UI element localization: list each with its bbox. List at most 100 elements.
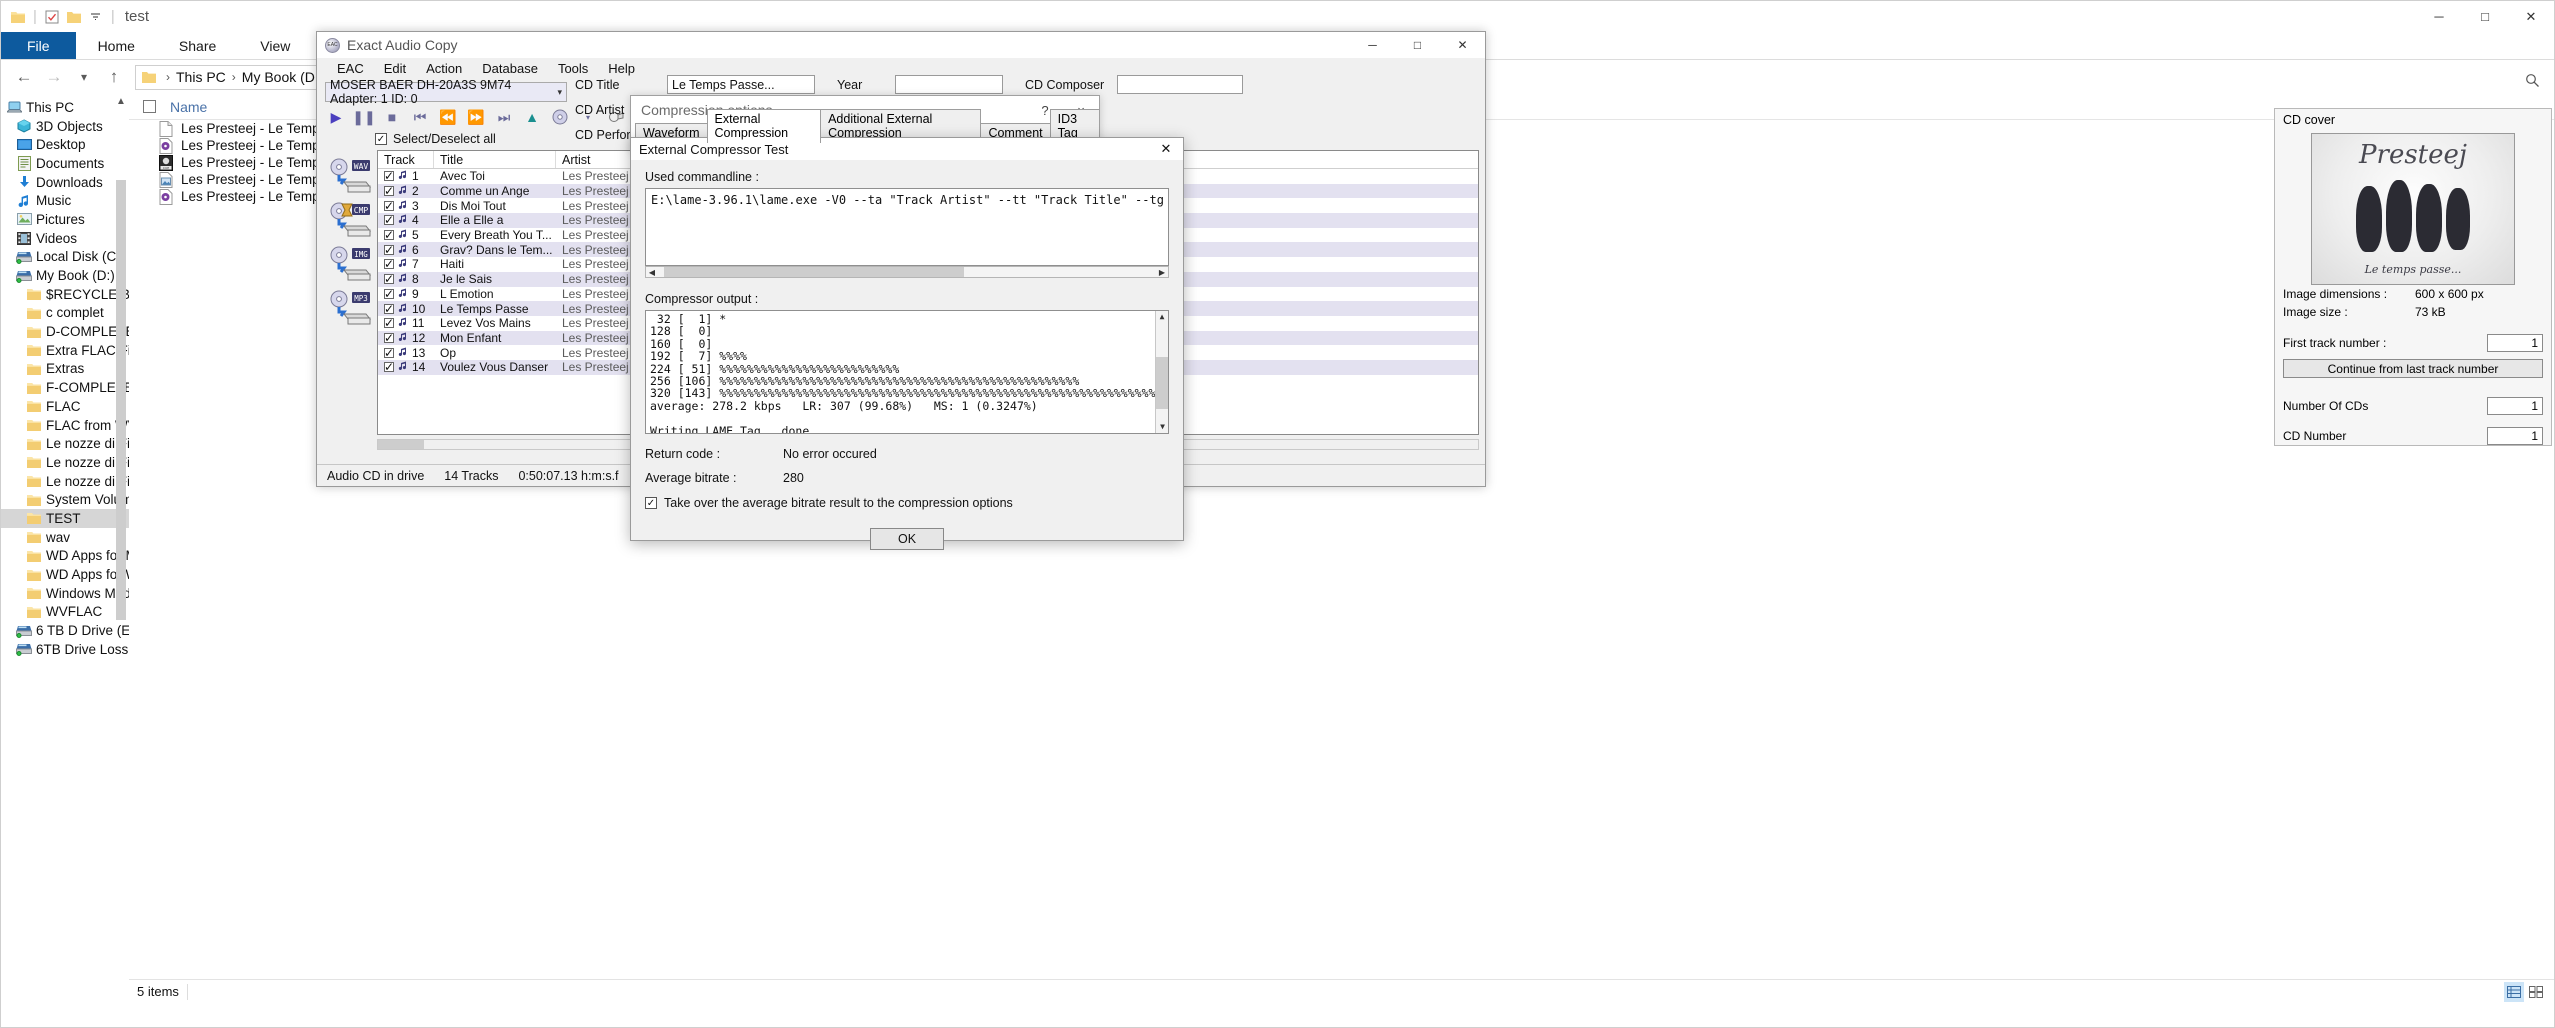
copy-mp3-button[interactable]: MP3 xyxy=(328,290,372,326)
nav-scrollbar[interactable]: ▲ xyxy=(116,96,126,620)
year-input[interactable] xyxy=(895,75,1003,94)
track-checkbox[interactable]: ✓ xyxy=(384,257,394,271)
skip-end-icon[interactable]: ⏭ xyxy=(495,108,513,126)
sidebar-item-extras[interactable]: Extras xyxy=(1,360,129,379)
track-checkbox[interactable]: ✓ xyxy=(384,360,394,374)
chevron-down-icon[interactable]: ▾ xyxy=(557,87,562,98)
select-deselect-checkbox[interactable]: ✓ xyxy=(375,133,387,145)
eject-icon[interactable]: ▲ xyxy=(523,108,541,126)
tab-external-compression[interactable]: External Compression xyxy=(706,109,822,143)
menu-action[interactable]: Action xyxy=(416,61,472,76)
sidebar-item-wvflac[interactable]: WVFLAC xyxy=(1,603,129,622)
track-checkbox[interactable]: ✓ xyxy=(384,243,394,257)
hscroll-thumb[interactable] xyxy=(378,440,424,449)
sidebar-item-my-book-d[interactable]: My Book (D:) xyxy=(1,266,129,285)
sidebar-item-recycle-bin[interactable]: $RECYCLE.BIN xyxy=(1,285,129,304)
tab-home[interactable]: Home xyxy=(76,32,157,59)
tab-share[interactable]: Share xyxy=(157,32,238,59)
nav-scroll-thumb[interactable] xyxy=(116,180,126,620)
test-copy-img-button[interactable]: IMG xyxy=(328,246,372,282)
track-checkbox[interactable]: ✓ xyxy=(384,302,394,316)
scroll-left-icon[interactable]: ◀ xyxy=(646,268,658,277)
close-button[interactable]: ✕ xyxy=(2508,1,2554,32)
cd-title-input[interactable] xyxy=(667,75,815,94)
ext-test-close-button[interactable]: ✕ xyxy=(1149,138,1183,160)
recent-locations-button[interactable]: ▾ xyxy=(69,62,99,92)
cd-composer-input[interactable] xyxy=(1117,75,1243,94)
copy-wav-button[interactable]: WAV xyxy=(328,158,372,194)
track-checkbox[interactable]: ✓ xyxy=(384,228,394,242)
checkmark-doc-icon[interactable] xyxy=(41,7,63,27)
chevron-down-icon[interactable] xyxy=(85,7,107,27)
sidebar-item-c-complet[interactable]: c complet xyxy=(1,304,129,323)
sidebar-item-system-volume-infc[interactable]: System Volume Infc xyxy=(1,490,129,509)
track-checkbox[interactable]: ✓ xyxy=(384,346,394,360)
sidebar-item-6-tb-d-drive-e[interactable]: 6 TB D Drive (E:) xyxy=(1,621,129,640)
eac-close-button[interactable]: ✕ xyxy=(1440,32,1485,58)
sidebar-item-wav[interactable]: wav xyxy=(1,528,129,547)
sidebar-item-wd-apps-for-mac[interactable]: WD Apps for Mac xyxy=(1,547,129,566)
commandline-scroll-thumb[interactable] xyxy=(664,267,964,277)
cd-icon[interactable] xyxy=(551,108,569,126)
track-checkbox[interactable]: ✓ xyxy=(384,199,394,213)
sidebar-item-music[interactable]: Music xyxy=(1,191,129,210)
tab-file[interactable]: File xyxy=(1,32,76,59)
stop-icon[interactable]: ■ xyxy=(383,108,401,126)
navigation-pane[interactable]: ▲ This PC 3D Objects Desktop Documents Downl… xyxy=(1,94,129,1003)
track-checkbox[interactable]: ✓ xyxy=(384,316,394,330)
number-of-cds-input[interactable]: 1 xyxy=(2487,397,2543,415)
sidebar-item-videos[interactable]: Videos xyxy=(1,229,129,248)
sidebar-item-windows-media-au[interactable]: Windows Media Au xyxy=(1,584,129,603)
track-checkbox[interactable]: ✓ xyxy=(384,287,394,301)
menu-edit[interactable]: Edit xyxy=(374,61,416,76)
pause-icon[interactable]: ❚❚ xyxy=(352,108,375,126)
column-header-name[interactable]: Name xyxy=(170,99,207,115)
continue-last-track-button[interactable]: Continue from last track number xyxy=(2283,359,2543,378)
ok-button[interactable]: OK xyxy=(870,528,944,550)
scroll-right-icon[interactable]: ▶ xyxy=(1156,268,1168,277)
sidebar-item-3d-objects[interactable]: 3D Objects xyxy=(1,117,129,136)
eac-maximize-button[interactable]: □ xyxy=(1395,32,1440,58)
play-icon[interactable]: ▶ xyxy=(327,108,345,126)
cd-cover-image[interactable]: Presteej Le temps passe... xyxy=(2311,133,2515,285)
sidebar-item-desktop[interactable]: Desktop xyxy=(1,135,129,154)
scroll-up-icon[interactable]: ▲ xyxy=(1156,311,1168,323)
drive-select[interactable]: MOSER BAER DH-20A3S 9M74 Adapter: 1 ID: … xyxy=(325,78,567,106)
fast-forward-icon[interactable]: ⏩ xyxy=(467,108,485,126)
large-icons-view-button[interactable] xyxy=(2526,982,2546,1002)
col-track[interactable]: Track xyxy=(378,151,434,168)
first-track-input[interactable]: 1 xyxy=(2487,334,2543,352)
up-button[interactable]: ↑ xyxy=(99,62,129,92)
breadcrumb-my-book[interactable]: My Book (D:) xyxy=(242,69,324,85)
sidebar-item-pictures[interactable]: Pictures xyxy=(1,210,129,229)
scroll-down-icon[interactable]: ▼ xyxy=(1156,421,1168,433)
sidebar-item-le-nozze-di-figaro[interactable]: Le nozze di Figaro xyxy=(1,472,129,491)
menu-database[interactable]: Database xyxy=(472,61,548,76)
sidebar-item-test[interactable]: TEST xyxy=(1,509,129,528)
sidebar-item-flac[interactable]: FLAC xyxy=(1,397,129,416)
folder-icon-2[interactable] xyxy=(63,7,85,27)
forward-button[interactable]: → xyxy=(39,62,69,92)
scroll-up-icon[interactable]: ▲ xyxy=(116,96,126,107)
eac-minimize-button[interactable]: ─ xyxy=(1350,32,1395,58)
sidebar-item-flac-from-wv[interactable]: FLAC from WV xyxy=(1,416,129,435)
used-commandline-textarea[interactable]: E:\lame-3.96.1\lame.exe -V0 --ta "Track … xyxy=(645,188,1169,266)
sidebar-item-6tb-drive-lossless-a[interactable]: 6TB Drive Lossless A xyxy=(1,640,129,659)
sidebar-item-f-complete[interactable]: F-COMPLETE xyxy=(1,378,129,397)
output-vscrollbar[interactable]: ▲ ▼ xyxy=(1155,311,1168,433)
sidebar-item-le-nozze-di-figaro[interactable]: Le nozze di Figaro xyxy=(1,434,129,453)
sidebar-item-documents[interactable]: Documents xyxy=(1,154,129,173)
skip-start-icon[interactable]: ⏮ xyxy=(411,108,429,126)
details-view-button[interactable] xyxy=(2504,981,2524,1002)
sidebar-item-d-complete[interactable]: D-COMPLETE xyxy=(1,322,129,341)
copy-compressed-button[interactable]: CMP xyxy=(328,202,372,238)
sidebar-item-downloads[interactable]: Downloads xyxy=(1,173,129,192)
take-over-bitrate-checkbox[interactable]: ✓ xyxy=(645,497,657,509)
sidebar-item-le-nozze-di-figaro[interactable]: Le nozze di Figaro xyxy=(1,453,129,472)
breadcrumb-this-pc[interactable]: This PC xyxy=(176,69,226,85)
track-checkbox[interactable]: ✓ xyxy=(384,184,394,198)
tab-view[interactable]: View xyxy=(238,32,312,59)
sidebar-item-extra-flac-files[interactable]: Extra FLAC Files xyxy=(1,341,129,360)
commandline-hscrollbar[interactable]: ◀ ▶ xyxy=(645,266,1169,278)
track-checkbox[interactable]: ✓ xyxy=(384,272,394,286)
